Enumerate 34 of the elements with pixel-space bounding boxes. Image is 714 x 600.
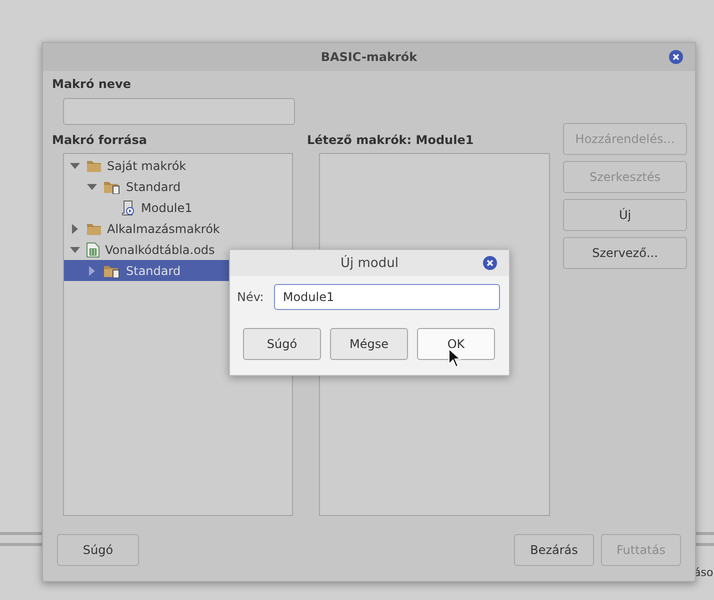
action-button[interactable]: Szervező... [563, 237, 687, 269]
module-icon [120, 200, 136, 216]
library-icon [103, 264, 121, 278]
expanded-arrow-icon[interactable] [87, 182, 97, 192]
field-label: Név: [237, 290, 264, 304]
expanded-arrow-icon[interactable] [70, 244, 80, 254]
close-icon[interactable] [483, 256, 497, 270]
close-icon[interactable] [669, 50, 683, 64]
field-label: Makró neve [52, 77, 132, 91]
dialog-button[interactable]: Súgó [243, 328, 321, 360]
tree-item[interactable]: Module1 [64, 197, 292, 218]
tree-item[interactable]: Alkalmazásmakrók [64, 218, 292, 239]
collapsed-arrow-icon[interactable] [87, 266, 97, 276]
section-label: Makró forrása [52, 133, 148, 147]
help-button[interactable]: Súgó [57, 534, 139, 566]
macro-name-field[interactable] [63, 98, 295, 125]
expanded-arrow-icon[interactable] [70, 160, 80, 170]
library-icon [103, 180, 121, 194]
module-name-field[interactable]: Module1 [274, 284, 500, 310]
window-title: BASIC-makrók [320, 50, 418, 64]
folder-icon [86, 158, 102, 172]
folder-icon [86, 222, 102, 236]
action-button[interactable]: Új [563, 199, 687, 231]
tree-item[interactable]: Vonalkódtábla.ods [64, 239, 292, 260]
tree-item[interactable]: Saját makrók [64, 155, 292, 176]
window-title: Új modul [340, 256, 398, 270]
spreadsheet-icon [86, 242, 100, 258]
collapsed-arrow-icon[interactable] [70, 224, 80, 234]
dialog-button[interactable]: OK [417, 328, 495, 360]
tree-item[interactable]: Standard [64, 176, 292, 197]
dialog-button[interactable]: Mégse [330, 328, 408, 360]
dialog-button[interactable]: Bezárás [514, 534, 594, 566]
section-label: Létező makrók: Module1 [307, 133, 475, 147]
mouse-pointer-icon [448, 348, 462, 368]
